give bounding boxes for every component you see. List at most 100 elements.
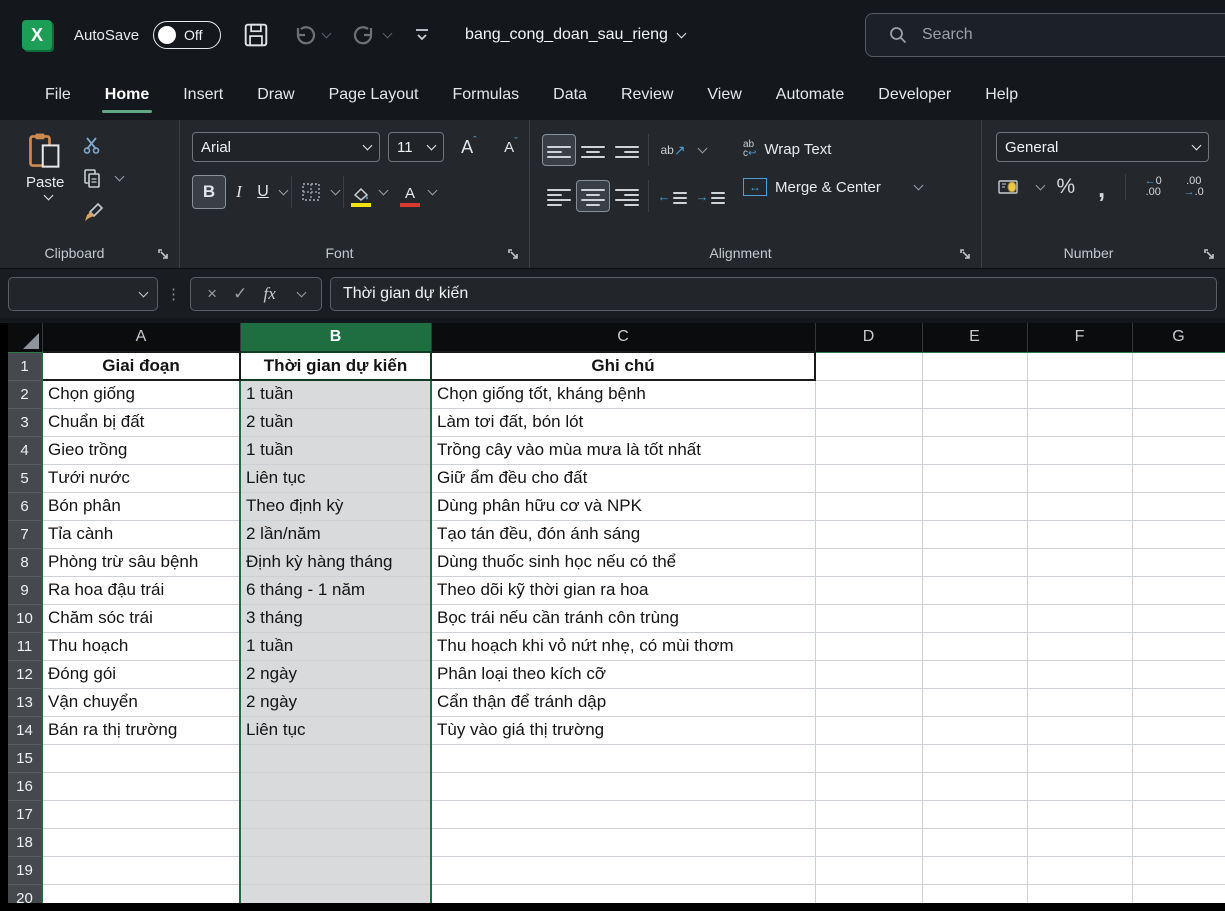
cell-D10[interactable] (815, 604, 922, 632)
row-header-15[interactable]: 15 (8, 744, 42, 772)
column-header-A[interactable]: A (42, 323, 240, 352)
paste-chevron-icon[interactable] (43, 191, 53, 201)
cell-G12[interactable] (1132, 660, 1225, 688)
cell-G17[interactable] (1132, 800, 1225, 828)
row-header-12[interactable]: 12 (8, 660, 42, 688)
row-header-16[interactable]: 16 (8, 772, 42, 800)
cell-C12[interactable]: Phân loại theo kích cỡ (431, 660, 815, 688)
cell-D19[interactable] (815, 856, 922, 884)
cell-D17[interactable] (815, 800, 922, 828)
copy-button[interactable] (82, 168, 123, 188)
cell-B16[interactable] (240, 772, 431, 800)
row-header-18[interactable]: 18 (8, 828, 42, 856)
cell-F17[interactable] (1027, 800, 1132, 828)
align-right-button[interactable] (610, 180, 644, 212)
cell-E14[interactable] (922, 716, 1027, 744)
cell-F11[interactable] (1027, 632, 1132, 660)
cell-C13[interactable]: Cẩn thận để tránh dập (431, 688, 815, 716)
cell-D2[interactable] (815, 380, 922, 408)
cell-B20[interactable] (240, 884, 431, 903)
formula-input[interactable]: Thời gian dự kiến (330, 277, 1217, 311)
cell-E18[interactable] (922, 828, 1027, 856)
decrease-font-size-button[interactable]: Aˇ (494, 132, 528, 162)
increase-font-size-button[interactable]: Aˆ (452, 132, 486, 162)
cell-C18[interactable] (431, 828, 815, 856)
row-header-3[interactable]: 3 (8, 408, 42, 436)
row-header-7[interactable]: 7 (8, 520, 42, 548)
cell-D1[interactable] (815, 352, 922, 380)
underline-chevron-icon[interactable] (279, 186, 289, 196)
tab-page-layout[interactable]: Page Layout (312, 70, 436, 120)
autosave-toggle[interactable]: Off (153, 21, 221, 49)
cell-F1[interactable] (1027, 352, 1132, 380)
alignment-dialog-launcher-icon[interactable] (958, 247, 972, 261)
redo-menu-chevron-icon[interactable] (383, 29, 393, 39)
cell-C17[interactable] (431, 800, 815, 828)
cell-F4[interactable] (1027, 436, 1132, 464)
cell-G9[interactable] (1132, 576, 1225, 604)
cell-C8[interactable]: Dùng thuốc sinh học nếu có thể (431, 548, 815, 576)
cell-A7[interactable]: Tỉa cành (42, 520, 240, 548)
align-center-button[interactable] (576, 180, 610, 212)
cell-C20[interactable] (431, 884, 815, 903)
cell-D12[interactable] (815, 660, 922, 688)
row-header-1[interactable]: 1 (8, 352, 42, 380)
cell-A2[interactable]: Chọn giống (42, 380, 240, 408)
cell-F19[interactable] (1027, 856, 1132, 884)
cell-D7[interactable] (815, 520, 922, 548)
number-format-select[interactable]: General (996, 132, 1209, 162)
cell-C5[interactable]: Giữ ẩm đều cho đất (431, 464, 815, 492)
cell-A4[interactable]: Gieo trồng (42, 436, 240, 464)
decrease-decimal-button[interactable]: .00 →.0 (1176, 172, 1211, 202)
tab-draw[interactable]: Draw (240, 70, 311, 120)
cell-B7[interactable]: 2 lần/năm (240, 520, 431, 548)
select-all-button[interactable] (8, 323, 42, 352)
confirm-entry-button[interactable]: ✓ (233, 284, 247, 304)
cell-A5[interactable]: Tưới nước (42, 464, 240, 492)
borders-chevron-icon[interactable] (331, 186, 341, 196)
excel-logo-icon[interactable]: X (22, 20, 52, 50)
quick-access-options-button[interactable] (413, 27, 431, 43)
cell-C2[interactable]: Chọn giống tốt, kháng bệnh (431, 380, 815, 408)
cell-F18[interactable] (1027, 828, 1132, 856)
cell-B3[interactable]: 2 tuần (240, 408, 431, 436)
accounting-format-button[interactable] (996, 173, 1025, 201)
cell-A14[interactable]: Bán ra thị trường (42, 716, 240, 744)
fill-color-chevron-icon[interactable] (379, 186, 389, 196)
cell-A20[interactable] (42, 884, 240, 903)
cell-B15[interactable] (240, 744, 431, 772)
cell-A18[interactable] (42, 828, 240, 856)
undo-menu-chevron-icon[interactable] (322, 29, 332, 39)
cell-B17[interactable] (240, 800, 431, 828)
number-dialog-launcher-icon[interactable] (1202, 247, 1216, 261)
cell-F9[interactable] (1027, 576, 1132, 604)
tab-formulas[interactable]: Formulas (435, 70, 536, 120)
accounting-chevron-icon[interactable] (1035, 181, 1045, 191)
row-header-9[interactable]: 9 (8, 576, 42, 604)
top-align-button[interactable] (542, 134, 576, 166)
cell-E12[interactable] (922, 660, 1027, 688)
cell-C19[interactable] (431, 856, 815, 884)
cell-D6[interactable] (815, 492, 922, 520)
cell-F5[interactable] (1027, 464, 1132, 492)
tab-review[interactable]: Review (604, 70, 690, 120)
cell-B18[interactable] (240, 828, 431, 856)
cell-D8[interactable] (815, 548, 922, 576)
cell-G10[interactable] (1132, 604, 1225, 632)
cell-D3[interactable] (815, 408, 922, 436)
copy-chevron-icon[interactable] (115, 172, 125, 182)
font-dialog-launcher-icon[interactable] (506, 247, 520, 261)
cell-E7[interactable] (922, 520, 1027, 548)
font-color-button[interactable]: A (397, 177, 423, 207)
cell-E11[interactable] (922, 632, 1027, 660)
cell-C3[interactable]: Làm tơi đất, bón lót (431, 408, 815, 436)
cell-E19[interactable] (922, 856, 1027, 884)
cell-G14[interactable] (1132, 716, 1225, 744)
cell-C1[interactable]: Ghi chú (431, 352, 815, 380)
cell-B12[interactable]: 2 ngày (240, 660, 431, 688)
cell-C14[interactable]: Tùy vào giá thị trường (431, 716, 815, 744)
cell-C4[interactable]: Trồng cây vào mùa mưa là tốt nhất (431, 436, 815, 464)
bold-button[interactable]: B (192, 175, 226, 209)
column-header-F[interactable]: F (1027, 323, 1132, 352)
row-header-2[interactable]: 2 (8, 380, 42, 408)
